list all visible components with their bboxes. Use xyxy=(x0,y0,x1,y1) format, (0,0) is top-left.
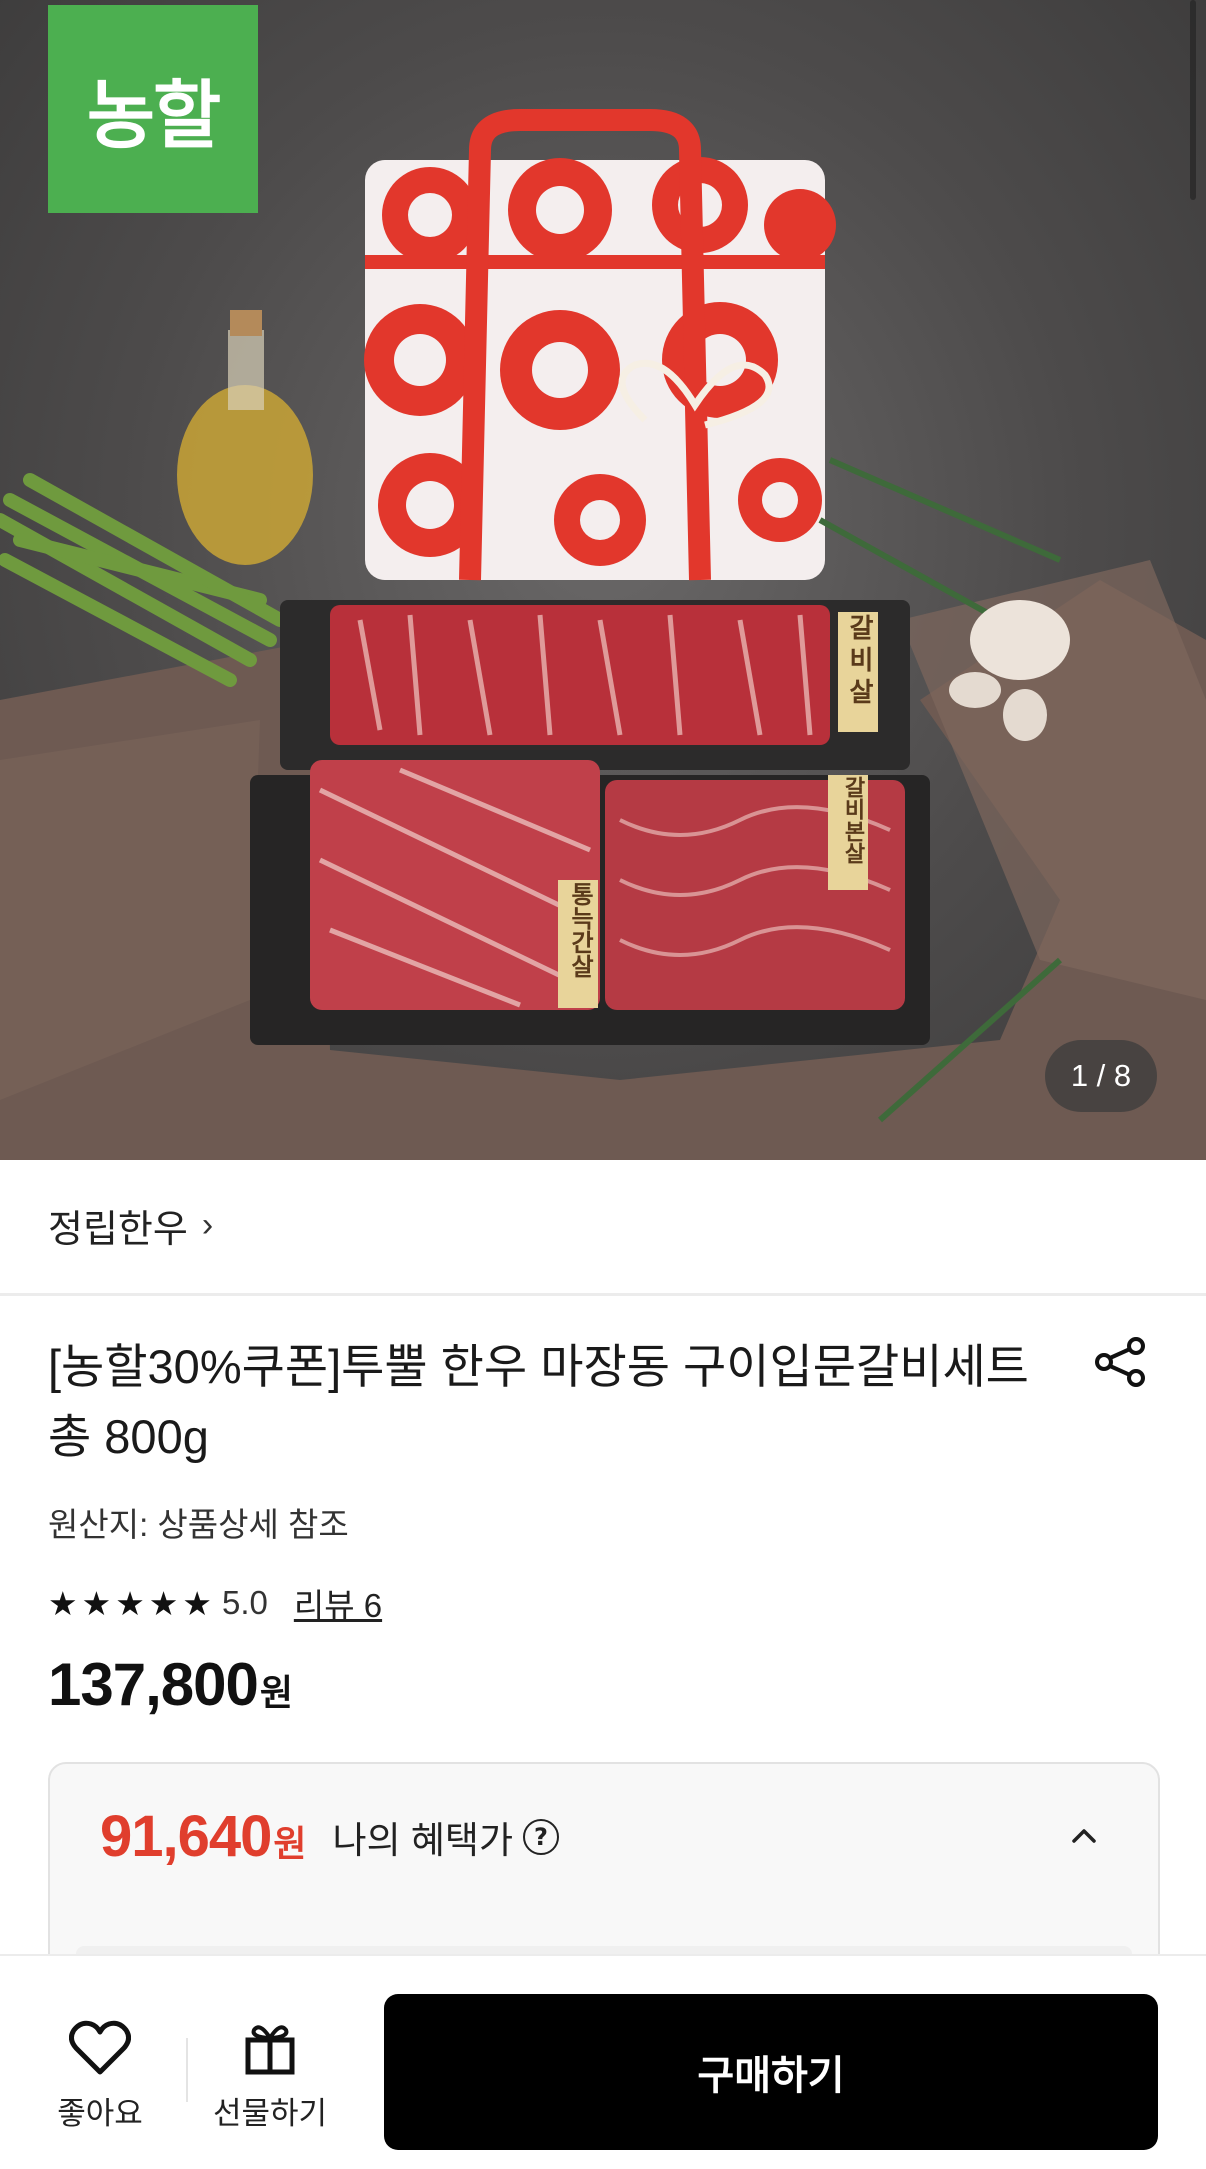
chevron-right-icon: › xyxy=(201,1205,214,1244)
star-icon: ★ xyxy=(115,1584,145,1622)
price-amount: 137,800 xyxy=(48,1651,259,1718)
heart-icon xyxy=(69,2020,131,2075)
gift-button[interactable]: 선물하기 xyxy=(205,2020,335,2133)
meat-label-galbibonsal: 갈비본살 xyxy=(840,776,865,864)
gift-label: 선물하기 xyxy=(212,2096,328,2131)
chevron-up-icon[interactable] xyxy=(1066,1818,1102,1854)
benefit-price: 91,640 원 xyxy=(100,1803,307,1870)
benefit-unit: 원 xyxy=(273,1823,307,1864)
gift-icon xyxy=(245,2025,295,2075)
star-icon: ★ xyxy=(182,1584,212,1622)
original-price: 137,800 원 xyxy=(48,1650,293,1719)
review-link[interactable]: 리뷰 6 xyxy=(294,1579,382,1627)
benefit-price-panel: 91,640 원 나의 혜택가 ? xyxy=(48,1762,1160,1986)
help-icon[interactable]: ? xyxy=(523,1818,560,1855)
product-origin: 원산지: 상품상세 참조 xyxy=(48,1506,349,1543)
star-icon: ★ xyxy=(48,1584,78,1622)
product-image-gallery[interactable]: 갈비살 갈비본살 통늑간살 농할 1 / 8 xyxy=(0,0,1206,1160)
share-icon[interactable] xyxy=(1092,1334,1148,1390)
rating-row: ★ ★ ★ ★ ★ 5.0 리뷰 6 xyxy=(48,1580,382,1626)
section-divider xyxy=(0,1293,1206,1296)
image-counter: 1 / 8 xyxy=(1045,1040,1157,1112)
store-link[interactable]: 정립한우 › xyxy=(48,1195,213,1255)
brand-logo: 농할 xyxy=(48,5,258,213)
star-icon: ★ xyxy=(81,1584,112,1622)
meat-label-tongneukgansal: 통늑간살 xyxy=(566,882,594,978)
meat-label-galbisal: 갈비살 xyxy=(844,614,874,710)
bottom-divider xyxy=(186,2038,188,2102)
benefit-toggle[interactable]: 91,640 원 나의 혜택가 ? xyxy=(50,1764,1158,1909)
price-unit: 원 xyxy=(259,1672,294,1713)
benefit-amount: 91,640 xyxy=(100,1804,272,1869)
rating-score: 5.0 xyxy=(221,1584,268,1621)
like-label: 좋아요 xyxy=(57,2096,143,2131)
star-icon: ★ xyxy=(148,1584,179,1622)
product-title: [농할30%쿠폰]투뿔 한우 마장동 구이입문갈비세트 총 800g xyxy=(48,1340,1029,1463)
like-button[interactable]: 좋아요 xyxy=(50,2020,150,2133)
benefit-label: 나의 혜택가 xyxy=(332,1819,514,1861)
store-name: 정립한우 xyxy=(48,1208,188,1251)
scrollbar[interactable] xyxy=(1190,0,1196,200)
star-rating: ★ ★ ★ ★ ★ xyxy=(48,1587,212,1620)
buy-button[interactable]: 구매하기 xyxy=(384,1994,1158,2150)
bottom-action-bar: 좋아요 선물하기 구매하기 xyxy=(0,1954,1206,2169)
